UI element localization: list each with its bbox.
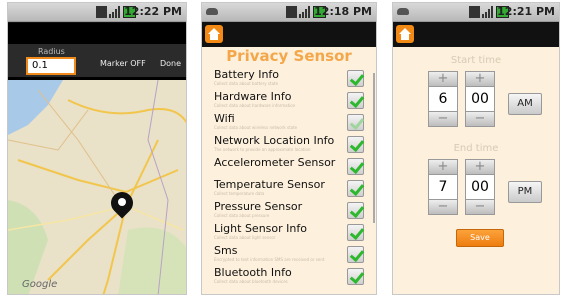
app-bar <box>393 23 559 47</box>
sensor-checkbox[interactable] <box>347 70 364 87</box>
map-tiles <box>8 80 186 294</box>
scrollbar[interactable] <box>373 73 375 223</box>
privacy-sensor-screen: 12:18 PM Privacy Sensor Battery Info Coll… <box>201 2 377 295</box>
sensor-checkbox[interactable] <box>347 246 364 263</box>
list-item[interactable]: Network Location Info The network to prov… <box>214 134 372 156</box>
signal-icon <box>299 6 311 18</box>
end-hour-picker: + 7 − <box>428 159 458 215</box>
end-hour-increment-button[interactable]: + <box>428 159 458 175</box>
list-item[interactable]: Hardware Info Collect data about hardware… <box>214 90 372 112</box>
start-minute-decrement-button[interactable]: − <box>465 111 495 127</box>
sensor-checkbox[interactable] <box>347 114 364 131</box>
signal-icon <box>109 6 121 18</box>
list-item[interactable]: Light Sensor Info Collect data about ligh… <box>214 222 372 244</box>
sensor-checkbox[interactable] <box>347 224 364 241</box>
start-minute-picker: + 00 − <box>465 71 495 127</box>
end-hour-value[interactable]: 7 <box>428 175 458 199</box>
cloud-notification-icon <box>206 8 218 15</box>
sensor-checkbox[interactable] <box>347 268 364 285</box>
list-item[interactable]: Temperature Sensor Collect temperature da… <box>214 178 372 200</box>
start-hour-decrement-button[interactable]: − <box>428 111 458 127</box>
list-item[interactable]: Battery Info Collect data about battery s… <box>214 68 372 90</box>
signal-icon <box>482 6 494 18</box>
app-bar <box>202 23 376 47</box>
schedule-screen: 12:21 PM Start time + 6 − + 00 − AM End … <box>392 2 560 295</box>
network-3g-icon <box>286 6 297 18</box>
map-screen: 12:22 PM Radius 0.1 Marker OFF Done Goog… <box>7 2 187 295</box>
status-time: 12:22 PM <box>124 5 182 18</box>
end-minute-value[interactable]: 00 <box>465 175 495 199</box>
sensor-checkbox[interactable] <box>347 136 364 153</box>
start-minute-increment-button[interactable]: + <box>465 71 495 87</box>
sensor-list: Battery Info Collect data about battery s… <box>214 68 372 288</box>
list-item[interactable]: Wifi Collect data about wireless network … <box>214 112 372 134</box>
sensor-checkbox[interactable] <box>347 180 364 197</box>
network-3g-icon <box>96 6 107 18</box>
sensor-checkbox[interactable] <box>347 158 364 175</box>
status-bar: 12:21 PM <box>393 3 559 22</box>
end-minute-decrement-button[interactable]: − <box>465 199 495 215</box>
status-time: 12:18 PM <box>314 5 372 18</box>
status-bar: 12:22 PM <box>8 3 186 22</box>
start-hour-value[interactable]: 6 <box>428 87 458 111</box>
map-view[interactable]: Google <box>8 80 186 294</box>
map-toolbar: Radius 0.1 Marker OFF Done <box>8 23 186 80</box>
home-icon[interactable] <box>396 25 414 43</box>
end-ampm-button[interactable]: PM <box>508 181 542 203</box>
sensor-checkbox[interactable] <box>347 202 364 219</box>
done-button[interactable]: Done <box>160 59 181 68</box>
end-time-label: End time <box>453 143 499 154</box>
start-minute-value[interactable]: 00 <box>465 87 495 111</box>
list-item[interactable]: Sms Encrypted to text information SMS are… <box>214 244 372 266</box>
end-hour-decrement-button[interactable]: − <box>428 199 458 215</box>
content-area: Start time + 6 − + 00 − AM End time + 7 … <box>393 47 559 294</box>
radius-input[interactable]: 0.1 <box>26 57 76 75</box>
list-item[interactable]: Accelerometer Sensor <box>214 156 372 178</box>
save-button[interactable]: Save <box>456 229 504 247</box>
start-ampm-button[interactable]: AM <box>508 93 542 115</box>
start-hour-picker: + 6 − <box>428 71 458 127</box>
end-minute-increment-button[interactable]: + <box>465 159 495 175</box>
page-title: Privacy Sensor <box>226 47 352 65</box>
status-time: 12:21 PM <box>497 5 555 18</box>
start-hour-increment-button[interactable]: + <box>428 71 458 87</box>
google-logo: Google <box>22 279 58 290</box>
status-bar: 12:18 PM <box>202 3 376 22</box>
list-item[interactable]: Pressure Sensor Collect data about pressu… <box>214 200 372 222</box>
radius-label: Radius <box>38 47 65 56</box>
list-item[interactable]: Bluetooth Info Collect data about bluetoo… <box>214 266 372 288</box>
network-3g-icon <box>469 6 480 18</box>
end-minute-picker: + 00 − <box>465 159 495 215</box>
sensor-checkbox[interactable] <box>347 92 364 109</box>
marker-center <box>118 198 126 206</box>
marker-off-button[interactable]: Marker OFF <box>100 59 146 68</box>
home-icon[interactable] <box>205 25 223 43</box>
start-time-label: Start time <box>450 55 502 66</box>
cloud-notification-icon <box>397 8 409 15</box>
